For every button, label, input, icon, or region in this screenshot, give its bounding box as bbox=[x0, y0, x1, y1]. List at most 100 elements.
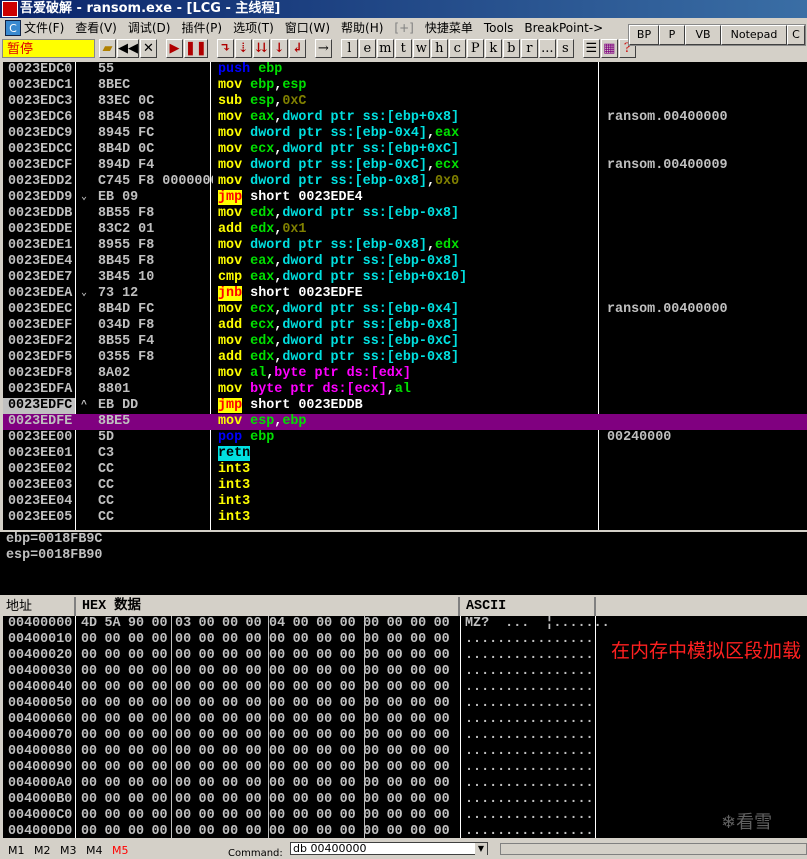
disasm-row[interactable]: 0023EDC9 8945 FC mov dword ptr ss:[ebp-0x4… bbox=[3, 126, 807, 142]
disasm-row[interactable]: 0023EDDB 8B55 F8 mov edx,dword ptr ss:[ebp… bbox=[3, 206, 807, 222]
toolbar-window-button[interactable]: r bbox=[520, 38, 538, 58]
toolbar-window-button[interactable]: t bbox=[394, 38, 412, 58]
menu-item[interactable]: 插件(P) bbox=[181, 19, 222, 36]
instruction: mov eax,dword ptr ss:[ebp-0x8] bbox=[218, 254, 459, 270]
quick-launch-button[interactable]: BP bbox=[629, 25, 659, 45]
disasm-row[interactable]: 0023EDC3 83EC 0C sub esp,0xC bbox=[3, 94, 807, 110]
instruction-token: ecx bbox=[435, 158, 460, 173]
status-bar: M1 M2 M3 M4 M5 Command: db 00400000 ▼ bbox=[0, 838, 807, 859]
instruction-token: mov bbox=[218, 78, 243, 93]
disasm-row[interactable]: 0023EE04 CC int3 bbox=[3, 494, 807, 510]
disasm-row[interactable]: 0023EDFC ^ EB DD jmp short 0023EDDB bbox=[3, 398, 807, 414]
disasm-row[interactable]: 0023EE02 CC int3 bbox=[3, 462, 807, 478]
menu-item[interactable]: 选项(T) bbox=[233, 19, 274, 36]
chevron-down-icon[interactable]: ▼ bbox=[475, 843, 487, 855]
disasm-row[interactable]: 0023EDE4 8B45 F8 mov eax,dword ptr ss:[ebp… bbox=[3, 254, 807, 270]
toolbar-window-button[interactable]: b bbox=[502, 38, 520, 58]
disasm-row[interactable]: 0023EDC1 8BEC mov ebp,esp bbox=[3, 78, 807, 94]
instruction-token bbox=[242, 94, 250, 109]
memory-tab-m4[interactable]: M4 bbox=[86, 844, 103, 857]
toolbar-window-button[interactable]: P bbox=[466, 38, 484, 58]
pause-icon[interactable]: ❚❚ bbox=[184, 38, 208, 58]
disasm-row[interactable]: 0023EDF8 8A02 mov al,byte ptr ds:[edx] bbox=[3, 366, 807, 382]
toolbar-window-button[interactable]: l bbox=[340, 38, 358, 58]
options-icon[interactable]: ▦ bbox=[600, 38, 618, 58]
disasm-row[interactable]: 0023EDF2 8B55 F4 mov edx,dword ptr ss:[ebp… bbox=[3, 334, 807, 350]
disasm-row[interactable]: 0023EDD9 ⌄ EB 09 jmp short 0023EDE4 bbox=[3, 190, 807, 206]
disasm-row[interactable]: 0023EE00 5D pop ebp 00240000 bbox=[3, 430, 807, 446]
menu-item[interactable]: 快捷菜单 bbox=[425, 19, 473, 36]
column-header-ascii[interactable]: ASCII bbox=[460, 597, 596, 616]
hex-bytes: 8945 FC bbox=[98, 126, 155, 141]
goto-icon[interactable]: → bbox=[314, 38, 332, 58]
toolbar-window-button[interactable]: s bbox=[556, 38, 574, 58]
step-over-icon[interactable]: ⇣ bbox=[234, 38, 252, 58]
toolbar-window-button[interactable]: c bbox=[448, 38, 466, 58]
run-icon[interactable]: ▶ bbox=[166, 38, 183, 58]
disasm-row[interactable]: 0023EDEA ⌄ 73 12 jnb short 0023EDFE bbox=[3, 286, 807, 302]
toolbar-window-button[interactable]: k bbox=[484, 38, 502, 58]
close-icon[interactable]: ✕ bbox=[140, 38, 157, 58]
instruction-token: dword ptr ss:[ebp-0xC] bbox=[250, 158, 427, 173]
disasm-row[interactable]: 0023EDC6 8B45 08 mov eax,dword ptr ss:[ebp… bbox=[3, 110, 807, 126]
disasm-row[interactable]: 0023EE01 C3 retn bbox=[3, 446, 807, 462]
command-input[interactable]: db 00400000 ▼ bbox=[290, 842, 488, 855]
toolbar-window-button[interactable]: h bbox=[430, 38, 448, 58]
disasm-row[interactable]: 0023EDDE 83C2 01 add edx,0x1 bbox=[3, 222, 807, 238]
menu-item[interactable]: 文件(F) bbox=[24, 19, 64, 36]
toolbar-window-button[interactable]: e bbox=[358, 38, 376, 58]
disasm-row[interactable]: 0023EDEF 034D F8 add ecx,dword ptr ss:[ebp… bbox=[3, 318, 807, 334]
instruction-token: sub bbox=[218, 94, 243, 109]
instruction-token bbox=[242, 78, 250, 93]
open-icon[interactable]: ▰ bbox=[99, 38, 116, 58]
toolbar-window-button[interactable]: m bbox=[376, 38, 394, 58]
dump-address: 00400090 bbox=[8, 760, 73, 775]
disasm-row[interactable]: 0023EE05 CC int3 bbox=[3, 510, 807, 526]
disasm-row[interactable]: 0023EDE7 3B45 10 cmp eax,dword ptr ss:[ebp… bbox=[3, 270, 807, 286]
disasm-row[interactable]: 0023EDFA 8801 mov byte ptr ds:[ecx],al bbox=[3, 382, 807, 398]
memory-tab-m3[interactable]: M3 bbox=[60, 844, 77, 857]
menu-item[interactable]: 查看(V) bbox=[75, 19, 117, 36]
app-c-icon[interactable]: C bbox=[5, 19, 21, 36]
memory-tab-m1[interactable]: M1 bbox=[8, 844, 25, 857]
disasm-row[interactable]: 0023EDCF 894D F4 mov dword ptr ss:[ebp-0xC… bbox=[3, 158, 807, 174]
quick-launch-button[interactable]: Notepad bbox=[721, 25, 787, 45]
toolbar-window-button[interactable]: w bbox=[412, 38, 430, 58]
instruction-token bbox=[242, 366, 250, 381]
menu-item[interactable]: 窗口(W) bbox=[285, 19, 330, 36]
quick-launch-button[interactable]: VB bbox=[685, 25, 721, 45]
disasm-row[interactable]: 0023EE03 CC int3 bbox=[3, 478, 807, 494]
disassembly-pane[interactable]: 0023EDC0 55 push ebp 0023EDC1 8BEC mov ebp,es… bbox=[0, 62, 807, 530]
instruction: add ecx,dword ptr ss:[ebp-0x8] bbox=[218, 318, 459, 334]
menu-item[interactable]: 调试(D) bbox=[128, 19, 171, 36]
quick-launch-button[interactable]: C bbox=[787, 25, 805, 45]
column-header-address[interactable]: 地址 bbox=[0, 597, 76, 616]
toolbar-window-button[interactable]: ... bbox=[538, 38, 556, 58]
memory-dump-pane[interactable]: 在内存中模拟区段加载 ❄看雪 00400000 4D 5A 90 00 03 00… bbox=[0, 616, 807, 838]
restart-icon[interactable]: ◀◀ bbox=[117, 38, 139, 58]
disasm-row[interactable]: 0023EDF5 0355 F8 add edx,dword ptr ss:[ebp… bbox=[3, 350, 807, 366]
step-into-icon[interactable]: ↴ bbox=[216, 38, 234, 58]
column-header-hex[interactable]: HEX 数据 bbox=[76, 597, 460, 616]
disasm-row[interactable]: 0023EDEC 8B4D FC mov ecx,dword ptr ss:[ebp… bbox=[3, 302, 807, 318]
menu-item[interactable]: BreakPoint-> bbox=[524, 21, 603, 35]
quick-launch-button[interactable]: P bbox=[659, 25, 685, 45]
memory-tab-m2[interactable]: M2 bbox=[34, 844, 51, 857]
instruction-token: ecx bbox=[250, 142, 275, 157]
execute-till-return-icon[interactable]: ↲ bbox=[288, 38, 306, 58]
instruction-token: , bbox=[426, 158, 435, 173]
menu-item[interactable]: [+] bbox=[394, 21, 413, 35]
disasm-row[interactable]: 0023EDD2 C745 F8 00000000 mov dword ptr ss… bbox=[3, 174, 807, 190]
list-icon[interactable]: ☰ bbox=[582, 38, 600, 58]
disasm-row[interactable]: 0023EDFE 8BE5 mov esp,ebp bbox=[3, 414, 807, 430]
memory-tab-m5[interactable]: M5 bbox=[112, 844, 129, 857]
menu-item[interactable]: Tools bbox=[484, 21, 514, 35]
menu-item[interactable]: 帮助(H) bbox=[341, 19, 383, 36]
instruction-token bbox=[242, 142, 250, 157]
disasm-row[interactable]: 0023EDE1 8955 F8 mov dword ptr ss:[ebp-0x8… bbox=[3, 238, 807, 254]
address: 0023EE01 bbox=[8, 446, 73, 461]
disasm-row[interactable]: 0023EDC0 55 push ebp bbox=[3, 62, 807, 78]
disasm-row[interactable]: 0023EDCC 8B4D 0C mov ecx,dword ptr ss:[ebp… bbox=[3, 142, 807, 158]
trace-into-icon[interactable]: ⇊ bbox=[252, 38, 270, 58]
trace-over-icon[interactable]: ↓ bbox=[270, 38, 288, 58]
